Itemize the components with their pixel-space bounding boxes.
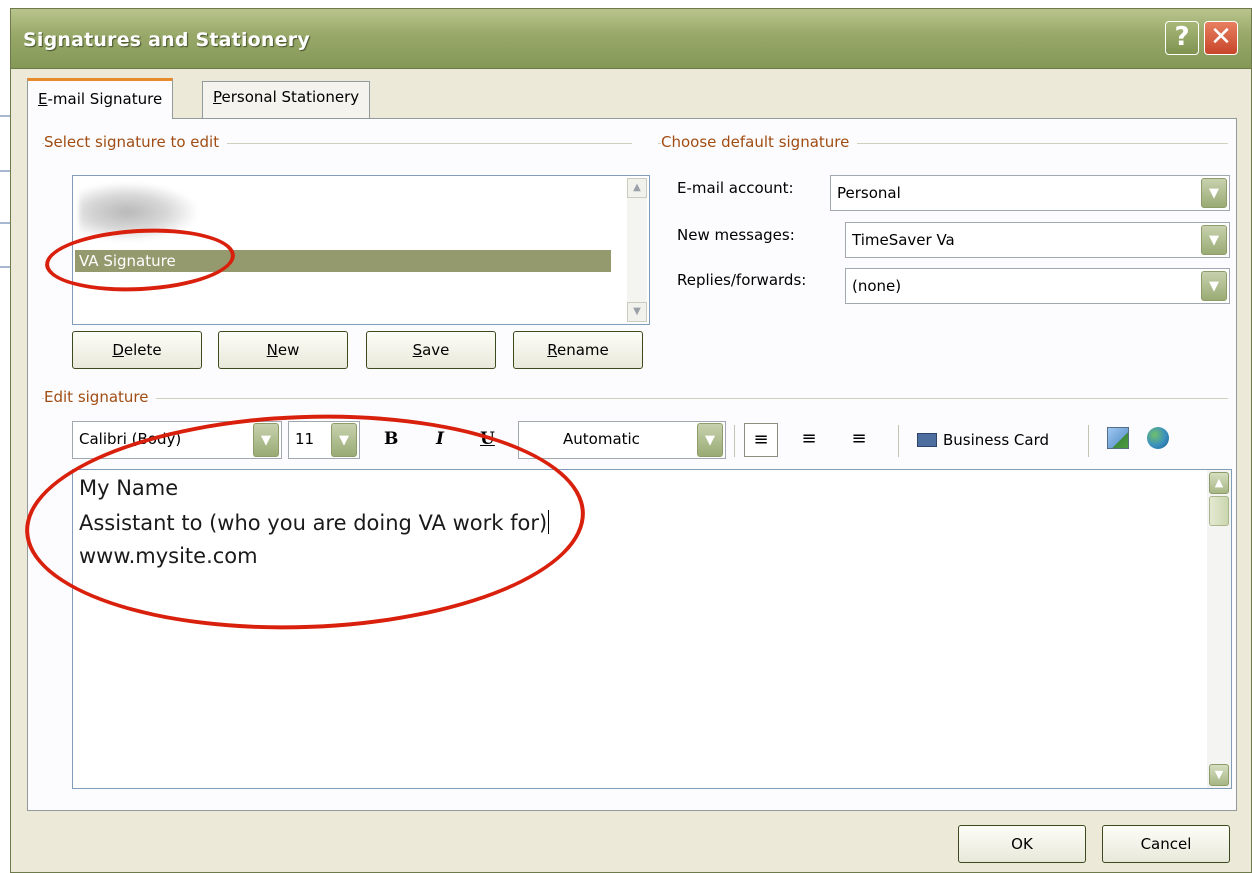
blurred-signature-names	[79, 182, 199, 242]
business-card-icon	[917, 433, 937, 447]
font-size-value: 11	[295, 430, 315, 448]
replies-forwards-select[interactable]: (none) ▼	[845, 268, 1230, 304]
new-button[interactable]: New	[218, 331, 348, 369]
access-key: N	[266, 341, 278, 359]
replies-forwards-value: (none)	[852, 277, 902, 295]
list-scrollbar[interactable]: ▲ ▼	[627, 178, 647, 322]
italic-button[interactable]: I	[436, 429, 444, 449]
font-color-select[interactable]: Automatic ▼	[518, 421, 726, 459]
font-color-value: Automatic	[563, 430, 640, 448]
formatting-toolbar: Calibri (Body) ▼ 11 ▼ B I U Automatic ▼ …	[72, 421, 1212, 463]
toolbar-separator	[734, 425, 735, 457]
new-messages-label: New messages:	[677, 226, 795, 244]
help-button[interactable]: ?	[1165, 21, 1199, 55]
replies-forwards-label: Replies/forwards:	[677, 271, 807, 289]
scroll-up-icon[interactable]: ▲	[1209, 472, 1229, 494]
chevron-down-icon[interactable]: ▼	[1201, 271, 1227, 301]
scroll-thumb[interactable]	[1209, 496, 1229, 526]
cancel-button[interactable]: Cancel	[1102, 825, 1230, 863]
access-key: R	[547, 341, 557, 359]
insert-picture-icon[interactable]	[1107, 427, 1129, 449]
signatures-dialog: Signatures and Stationery ? ✕ E-mail Sig…	[10, 8, 1252, 873]
scroll-down-icon[interactable]: ▼	[1209, 764, 1229, 786]
signature-line: www.mysite.com	[79, 544, 258, 568]
business-card-label: Business Card	[943, 431, 1050, 449]
font-select[interactable]: Calibri (Body) ▼	[72, 421, 282, 459]
title-bar[interactable]: Signatures and Stationery ? ✕	[11, 9, 1251, 69]
default-signature-label: Choose default signature	[661, 133, 858, 151]
group-divider	[42, 398, 1228, 399]
insert-hyperlink-icon[interactable]	[1147, 427, 1169, 449]
font-value: Calibri (Body)	[79, 430, 182, 448]
access-key: D	[112, 341, 124, 359]
ok-button[interactable]: OK	[958, 825, 1086, 863]
toolbar-separator	[898, 425, 899, 457]
scroll-down-icon[interactable]: ▼	[627, 302, 647, 322]
chevron-down-icon[interactable]: ▼	[1201, 225, 1227, 255]
signature-list[interactable]: VA Signature ▲ ▼	[72, 175, 650, 325]
tab-personal-stationery[interactable]: Personal Stationery	[202, 81, 371, 118]
close-button[interactable]: ✕	[1204, 21, 1238, 55]
align-right-icon[interactable]: ≡	[842, 423, 876, 457]
rename-button[interactable]: Rename	[513, 331, 643, 369]
text-caret	[548, 510, 550, 534]
font-size-select[interactable]: 11 ▼	[288, 421, 360, 459]
email-account-select[interactable]: Personal ▼	[830, 175, 1230, 211]
tab-email-signature[interactable]: E-mail Signature	[27, 78, 174, 119]
edit-signature-label: Edit signature	[44, 388, 157, 406]
business-card-button[interactable]: Business Card	[917, 423, 1049, 457]
signature-line-text: Assistant to (who you are doing VA work …	[79, 511, 548, 535]
new-messages-value: TimeSaver Va	[852, 231, 955, 249]
email-signature-panel: Select signature to edit VA Signature ▲ …	[27, 118, 1237, 811]
signature-line: My Name	[79, 476, 179, 500]
scroll-up-icon[interactable]: ▲	[627, 178, 647, 198]
chevron-down-icon[interactable]: ▼	[253, 423, 279, 457]
signature-editor[interactable]: My Name Assistant to (who you are doing …	[72, 469, 1232, 789]
list-item[interactable]: VA Signature	[75, 250, 611, 272]
button-label: elete	[123, 341, 162, 359]
email-account-label: E-mail account:	[677, 179, 794, 197]
button-label: ename	[556, 341, 609, 359]
editor-scrollbar[interactable]: ▲ ▼	[1207, 470, 1231, 788]
delete-button[interactable]: Delete	[72, 331, 202, 369]
align-center-icon[interactable]: ≡	[792, 423, 826, 457]
chevron-down-icon[interactable]: ▼	[697, 423, 723, 457]
signature-line: Assistant to (who you are doing VA work …	[79, 510, 550, 535]
access-key: S	[412, 341, 423, 359]
select-signature-label: Select signature to edit	[44, 133, 228, 151]
button-label: ave	[422, 341, 450, 359]
dialog-title: Signatures and Stationery	[23, 29, 310, 51]
bold-button[interactable]: B	[384, 429, 398, 449]
email-account-value: Personal	[837, 184, 901, 202]
button-label: ew	[277, 341, 300, 359]
tab-label: ersonal Stationery	[221, 88, 360, 106]
align-left-icon[interactable]: ≡	[744, 423, 778, 457]
tab-label: -mail Signature	[47, 90, 163, 108]
new-messages-select[interactable]: TimeSaver Va ▼	[845, 222, 1230, 258]
chevron-down-icon[interactable]: ▼	[331, 423, 357, 457]
toolbar-separator	[1088, 425, 1089, 457]
tab-access-key: P	[213, 88, 222, 106]
save-button[interactable]: Save	[366, 331, 496, 369]
underline-button[interactable]: U	[480, 429, 495, 449]
chevron-down-icon[interactable]: ▼	[1201, 178, 1227, 208]
